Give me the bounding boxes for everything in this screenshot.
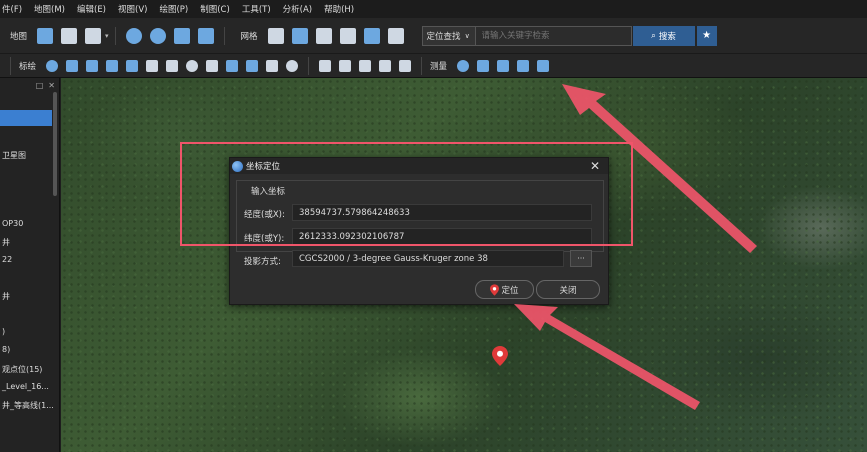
annotation-arrow-upper xyxy=(562,84,757,253)
annotation-arrow-lower xyxy=(514,304,700,410)
annotation-arrows xyxy=(514,84,757,410)
